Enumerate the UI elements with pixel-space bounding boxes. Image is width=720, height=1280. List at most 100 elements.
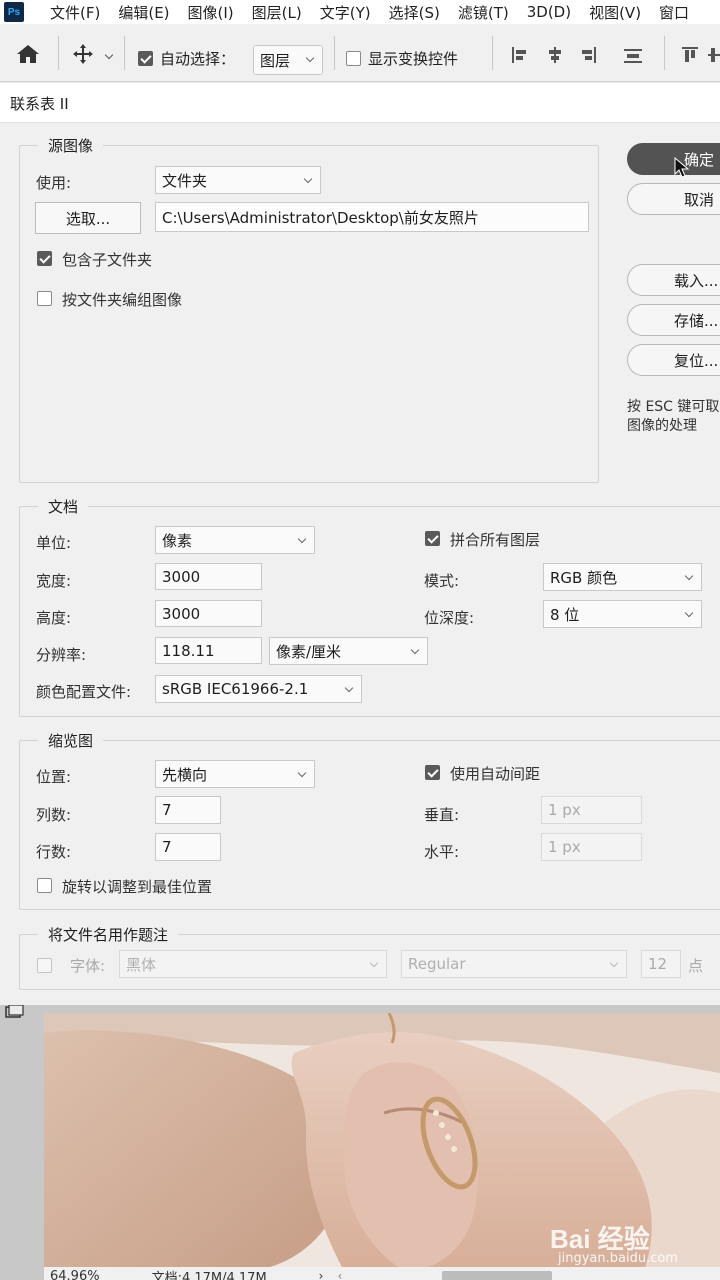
include-subfolders-checkbox[interactable]: [37, 251, 52, 266]
reset-label: 复位...: [674, 351, 719, 370]
width-field[interactable]: 3000: [155, 563, 262, 590]
contact-sheet-dialog: 源图像 使用: 文件夹 选取... C:\Users\Administrator…: [0, 123, 720, 1005]
bit-depth-dropdown[interactable]: 8 位: [543, 600, 702, 628]
options-bar: 自动选择： 图层 显示变换控件: [0, 24, 720, 82]
source-group-title: 源图像: [38, 135, 104, 156]
chevron-down-icon: [305, 53, 315, 63]
rows-field[interactable]: 7: [155, 833, 221, 861]
place-value: 先横向: [162, 765, 208, 784]
align-left-icon[interactable]: [510, 45, 530, 65]
flatten-layers-checkbox[interactable]: [425, 531, 440, 546]
auto-select-dropdown[interactable]: 图层: [253, 45, 323, 75]
chevron-down-icon: [369, 958, 379, 968]
unit-value: 像素: [162, 531, 193, 550]
align-center-icon[interactable]: [545, 45, 565, 65]
document-size: 文档:4.17M/4.17M: [151, 1270, 267, 1280]
menu-bar: Ps 文件(F) 编辑(E) 图像(I) 图层(L) 文字(Y) 选择(S) 滤…: [0, 0, 720, 24]
cancel-button[interactable]: 取消: [627, 183, 720, 215]
reset-button[interactable]: 复位...: [627, 344, 720, 376]
source-path-field[interactable]: C:\Users\Administrator\Desktop\前女友照片: [155, 202, 589, 232]
align-right-icon[interactable]: [578, 45, 598, 65]
auto-select-checkbox[interactable]: [138, 51, 153, 66]
bit-depth-value: 8 位: [550, 605, 580, 624]
menu-select[interactable]: 选择(S): [389, 2, 440, 23]
load-button[interactable]: 载入...: [627, 264, 720, 296]
divider: [58, 36, 59, 70]
group-by-folder-label: 按文件夹编组图像: [62, 291, 183, 309]
font-dropdown: 黑体: [119, 950, 387, 978]
home-icon[interactable]: [16, 44, 40, 64]
chevron-down-icon: [410, 645, 420, 655]
use-filename-caption-checkbox[interactable]: [37, 958, 52, 973]
horizontal-spacing-field: 1 px: [541, 833, 642, 861]
font-style-value: Regular: [408, 955, 466, 973]
font-value: 黑体: [126, 955, 157, 974]
mode-value: RGB 颜色: [550, 568, 618, 587]
menu-layer[interactable]: 图层(L): [252, 2, 302, 23]
resolution-field[interactable]: 118.11: [155, 637, 262, 664]
menu-view[interactable]: 视图(V): [589, 2, 641, 23]
use-label: 使用:: [36, 174, 72, 192]
use-dropdown[interactable]: 文件夹: [155, 166, 321, 194]
show-transform-checkbox[interactable]: [346, 51, 361, 66]
color-profile-dropdown[interactable]: sRGB IEC61966-2.1: [155, 675, 362, 703]
menu-image[interactable]: 图像(I): [188, 2, 234, 23]
font-size-unit: 点: [688, 957, 704, 975]
align-top-icon[interactable]: [680, 45, 700, 65]
save-label: 存储...: [674, 311, 719, 330]
status-arrow-icon[interactable]: ›: [319, 1269, 324, 1280]
distribute-icon[interactable]: [622, 45, 644, 65]
font-size-field: 12: [641, 950, 681, 978]
align-vcenter-icon[interactable]: [708, 45, 720, 65]
baidu-watermark-url: jingyan.baidu.com: [558, 1251, 678, 1266]
chevron-down-icon: [297, 768, 307, 778]
height-label: 高度:: [36, 609, 72, 627]
choose-folder-button[interactable]: 选取...: [35, 202, 141, 234]
photoshop-logo-icon: Ps: [4, 2, 24, 22]
group-by-folder-checkbox[interactable]: [37, 291, 52, 306]
include-subfolders-label: 包含子文件夹: [62, 251, 153, 269]
document-photo[interactable]: Bai 经验 jingyan.baidu.com: [44, 1013, 720, 1271]
scroll-left-icon[interactable]: ‹: [337, 1269, 342, 1280]
move-tool-icon[interactable]: [72, 43, 94, 65]
status-bar: 64.96% 文档:4.17M/4.17M › ‹: [44, 1267, 720, 1280]
menu-type[interactable]: 文字(Y): [320, 2, 371, 23]
zoom-level[interactable]: 64.96%: [50, 1269, 100, 1280]
menu-3d[interactable]: 3D(D): [527, 3, 571, 21]
unit-label: 单位:: [36, 534, 72, 552]
use-value: 文件夹: [162, 171, 208, 190]
unit-dropdown[interactable]: 像素: [155, 526, 315, 554]
columns-field[interactable]: 7: [155, 796, 221, 824]
chevron-down-icon: [684, 608, 694, 618]
columns-label: 列数:: [36, 806, 72, 824]
save-settings-button[interactable]: 存储...: [627, 304, 720, 336]
vertical-spacing-field: 1 px: [541, 796, 642, 824]
chevron-down-icon[interactable]: [104, 50, 114, 60]
vertical-spacing-label: 垂直:: [424, 806, 460, 824]
divider: [334, 36, 335, 70]
menu-window[interactable]: 窗口: [659, 2, 689, 23]
auto-spacing-checkbox[interactable]: [425, 765, 440, 780]
horizontal-scrollbar-thumb[interactable]: [442, 1271, 553, 1280]
rotate-best-fit-checkbox[interactable]: [37, 878, 52, 893]
dialog-title-bar: 联系表 II: [0, 83, 720, 123]
bit-depth-label: 位深度:: [424, 609, 475, 627]
color-profile-label: 颜色配置文件:: [36, 683, 132, 701]
menu-filter[interactable]: 滤镜(T): [458, 2, 509, 23]
font-style-dropdown: Regular: [401, 950, 627, 978]
width-label: 宽度:: [36, 572, 72, 590]
menu-file[interactable]: 文件(F): [50, 2, 100, 23]
height-field[interactable]: 3000: [155, 600, 262, 627]
mode-dropdown[interactable]: RGB 颜色: [543, 563, 702, 591]
divider: [492, 36, 493, 70]
menu-edit[interactable]: 编辑(E): [118, 2, 169, 23]
place-dropdown[interactable]: 先横向: [155, 760, 315, 788]
mouse-cursor-icon: [674, 157, 690, 178]
resolution-unit-dropdown[interactable]: 像素/厘米: [269, 637, 428, 665]
rotate-best-fit-label: 旋转以调整到最佳位置: [62, 878, 213, 896]
auto-select-value: 图层: [260, 51, 291, 70]
rows-label: 行数:: [36, 843, 72, 861]
color-profile-value: sRGB IEC61966-2.1: [162, 680, 309, 698]
thumbnails-group-title: 缩览图: [38, 730, 104, 751]
auto-spacing-label: 使用自动间距: [450, 765, 541, 783]
